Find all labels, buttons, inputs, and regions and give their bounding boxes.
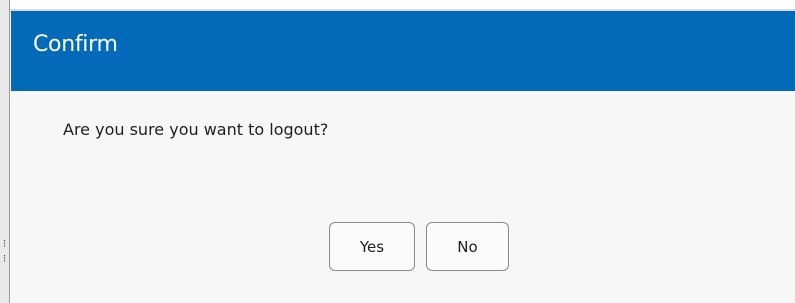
no-button[interactable]: No	[426, 222, 509, 271]
dialog-titlebar: Confirm	[11, 11, 795, 91]
confirm-dialog: Confirm Are you sure you want to logout?…	[11, 11, 795, 303]
background-page-fragment: ⁝ ⁝	[2, 237, 7, 265]
dialog-message: Are you sure you want to logout?	[63, 120, 329, 139]
background-page-border	[9, 0, 10, 303]
screen: ⁝ ⁝ Confirm Are you sure you want to logo…	[0, 0, 795, 303]
yes-button[interactable]: Yes	[329, 222, 415, 271]
dialog-title: Confirm	[33, 32, 118, 57]
